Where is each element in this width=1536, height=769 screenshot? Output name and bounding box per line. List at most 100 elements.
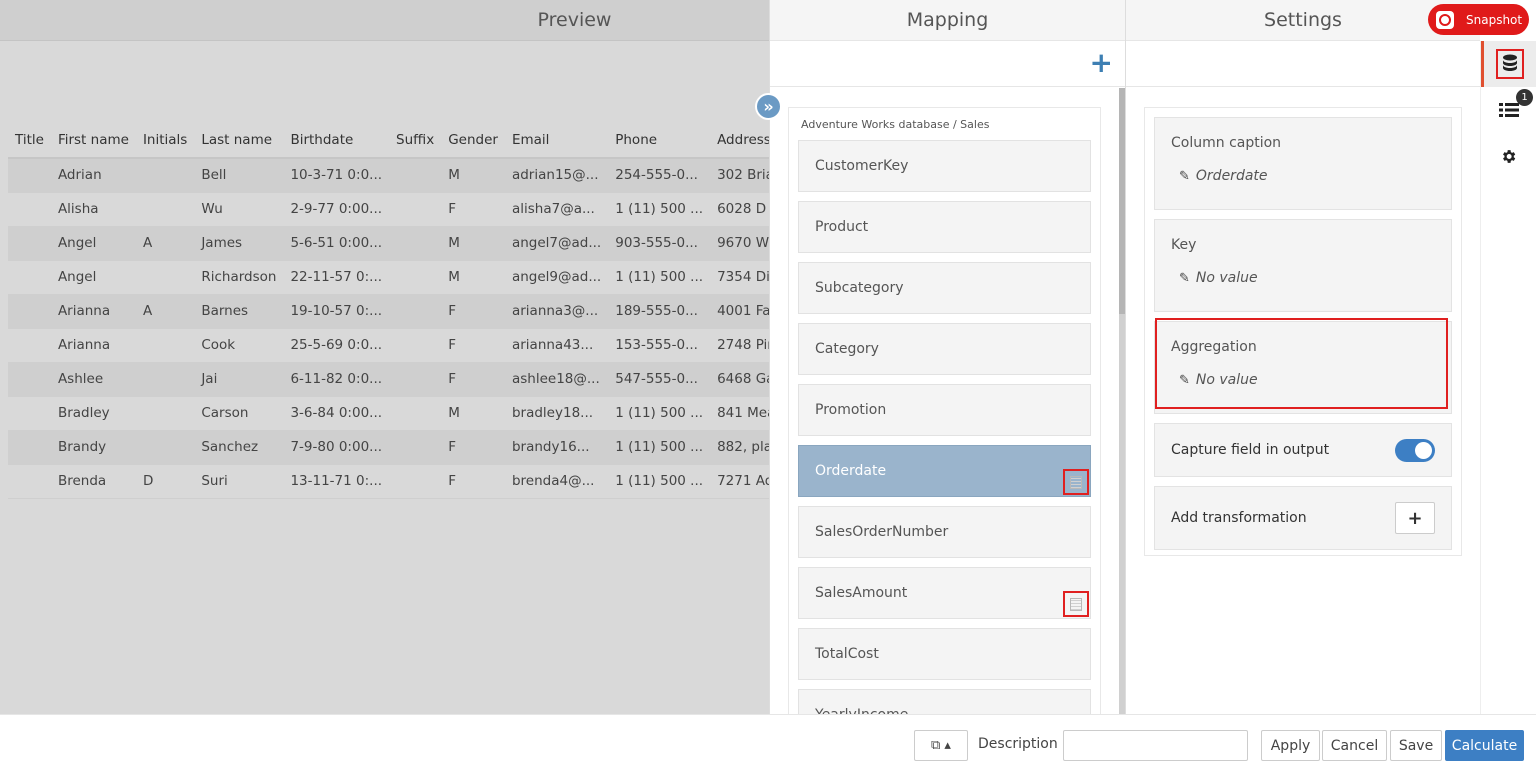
calculator-icon[interactable]: [1063, 591, 1089, 617]
table-cell: F: [441, 464, 505, 499]
table-cell: [389, 158, 442, 193]
column-header[interactable]: Email: [504, 123, 609, 159]
table-cell: Brenda: [50, 464, 136, 499]
table-cell: [389, 362, 442, 397]
calculator-icon[interactable]: [1063, 469, 1089, 495]
snapshot-button[interactable]: Snapshot: [1428, 4, 1529, 35]
add-transformation-label: Add transformation: [1171, 510, 1307, 526]
key-setting[interactable]: Key ✎ No value: [1154, 219, 1452, 312]
preview-table: Title First name Initials Last name Birthdat…: [8, 123, 769, 499]
table-cell: F: [441, 430, 505, 465]
capture-field-label: Capture field in output: [1171, 442, 1330, 458]
table-cell: [8, 362, 51, 397]
table-cell: 1 (11) 500 ...: [608, 464, 711, 499]
field-item[interactable]: Category: [798, 323, 1091, 375]
aggregation-setting[interactable]: Aggregation ✎ No value: [1154, 321, 1452, 414]
preview-title: Preview: [537, 9, 612, 31]
column-header[interactable]: Title: [8, 123, 51, 159]
table-cell: angel7@ad...: [504, 226, 609, 261]
table-cell: Bell: [194, 158, 284, 193]
table-cell: [8, 192, 51, 227]
table-cell: [8, 294, 51, 329]
cancel-button[interactable]: Cancel: [1322, 730, 1387, 761]
table-cell: brandy16...: [504, 430, 609, 465]
column-header[interactable]: Gender: [441, 123, 505, 159]
table-header-row: Title First name Initials Last name Birthdat…: [8, 123, 769, 159]
table-cell: arianna3@...: [504, 294, 609, 329]
table-cell: D: [135, 464, 195, 499]
column-header[interactable]: First name: [50, 123, 136, 159]
field-label: CustomerKey: [815, 158, 909, 174]
table-cell: [389, 464, 442, 499]
table-cell: F: [441, 328, 505, 363]
capture-field-toggle[interactable]: [1395, 438, 1435, 462]
key-value[interactable]: ✎ No value: [1171, 270, 1435, 286]
settings-header: Settings: [1126, 0, 1480, 41]
table-cell: James: [194, 226, 284, 261]
table-row: Alisha Wu 2-9-77 0:00... Falisha7@a... 1 (11…: [8, 192, 769, 227]
settings-panel: Settings Column caption ✎ Orderdate Key ✎…: [1125, 0, 1480, 714]
column-header[interactable]: Last name: [194, 123, 284, 159]
rail-database[interactable]: [1481, 41, 1536, 87]
save-button[interactable]: Save: [1390, 730, 1442, 761]
aggregation-value[interactable]: ✎ No value: [1171, 372, 1435, 388]
table-cell: Richardson: [194, 260, 284, 295]
table-cell: Arianna: [50, 328, 136, 363]
column-header[interactable]: Phone: [608, 123, 711, 159]
field-item[interactable]: TotalCost: [798, 628, 1091, 680]
copy-dropdown-button[interactable]: ⧉ ▴: [914, 730, 968, 761]
field-label: Subcategory: [815, 280, 904, 296]
column-header[interactable]: Address Line 1: [710, 123, 769, 159]
table-cell: [8, 158, 51, 193]
calculate-button[interactable]: Calculate: [1445, 730, 1524, 761]
column-caption-value[interactable]: ✎ Orderdate: [1171, 168, 1435, 184]
add-field-button[interactable]: +: [1090, 49, 1113, 77]
mapping-header: Mapping: [770, 0, 1125, 41]
table-cell: [389, 294, 442, 329]
apply-button[interactable]: Apply: [1261, 730, 1320, 761]
key-label: Key: [1171, 237, 1197, 253]
field-item[interactable]: Product: [798, 201, 1091, 253]
table-cell: 254-555-0...: [608, 158, 711, 193]
field-item[interactable]: Subcategory: [798, 262, 1091, 314]
table-cell: M: [441, 396, 505, 431]
icon-rail: 1: [1480, 41, 1536, 714]
preview-header: Preview: [0, 0, 769, 41]
field-item[interactable]: YearlyIncome: [798, 689, 1091, 714]
column-header[interactable]: Suffix: [389, 123, 442, 159]
field-item[interactable]: SalesOrderNumber: [798, 506, 1091, 558]
table-cell: adrian15@...: [504, 158, 609, 193]
table-cell: [135, 260, 195, 295]
table-cell: 19-10-57 0:...: [283, 294, 390, 329]
copy-icon: ⧉ ▴: [931, 738, 951, 753]
column-header[interactable]: Birthdate: [283, 123, 390, 159]
table-cell: 189-555-0...: [608, 294, 711, 329]
column-caption-setting[interactable]: Column caption ✎ Orderdate: [1154, 117, 1452, 210]
pencil-icon: ✎: [1179, 373, 1190, 388]
table-cell: 7354 Diablo ...: [710, 260, 769, 295]
gear-icon: [1503, 149, 1516, 163]
table-cell: [389, 226, 442, 261]
add-transformation-button[interactable]: +: [1395, 502, 1435, 534]
field-item[interactable]: SalesAmount: [798, 567, 1091, 619]
table-cell: Alisha: [50, 192, 136, 227]
table-cell: 882, place du...: [710, 430, 769, 465]
rail-settings[interactable]: [1481, 133, 1536, 179]
field-item[interactable]: Promotion: [798, 384, 1091, 436]
table-cell: Adrian: [50, 158, 136, 193]
table-cell: 10-3-71 0:0...: [283, 158, 390, 193]
table-cell: Brandy: [50, 430, 136, 465]
table-cell: [389, 192, 442, 227]
collapse-preview-button[interactable]: »: [755, 93, 782, 120]
table-cell: 3-6-84 0:00...: [283, 396, 390, 431]
table-cell: 6468 Gatewo...: [710, 362, 769, 397]
table-cell: 4001 Fawn G...: [710, 294, 769, 329]
rail-list[interactable]: 1: [1481, 87, 1536, 133]
table-cell: 6-11-82 0:0...: [283, 362, 390, 397]
field-item[interactable]: Orderdate: [798, 445, 1091, 497]
field-item[interactable]: CustomerKey: [798, 140, 1091, 192]
column-header[interactable]: Initials: [135, 123, 195, 159]
table-cell: F: [441, 192, 505, 227]
breadcrumb: Adventure Works database / Sales: [801, 118, 990, 131]
description-input[interactable]: [1063, 730, 1248, 761]
